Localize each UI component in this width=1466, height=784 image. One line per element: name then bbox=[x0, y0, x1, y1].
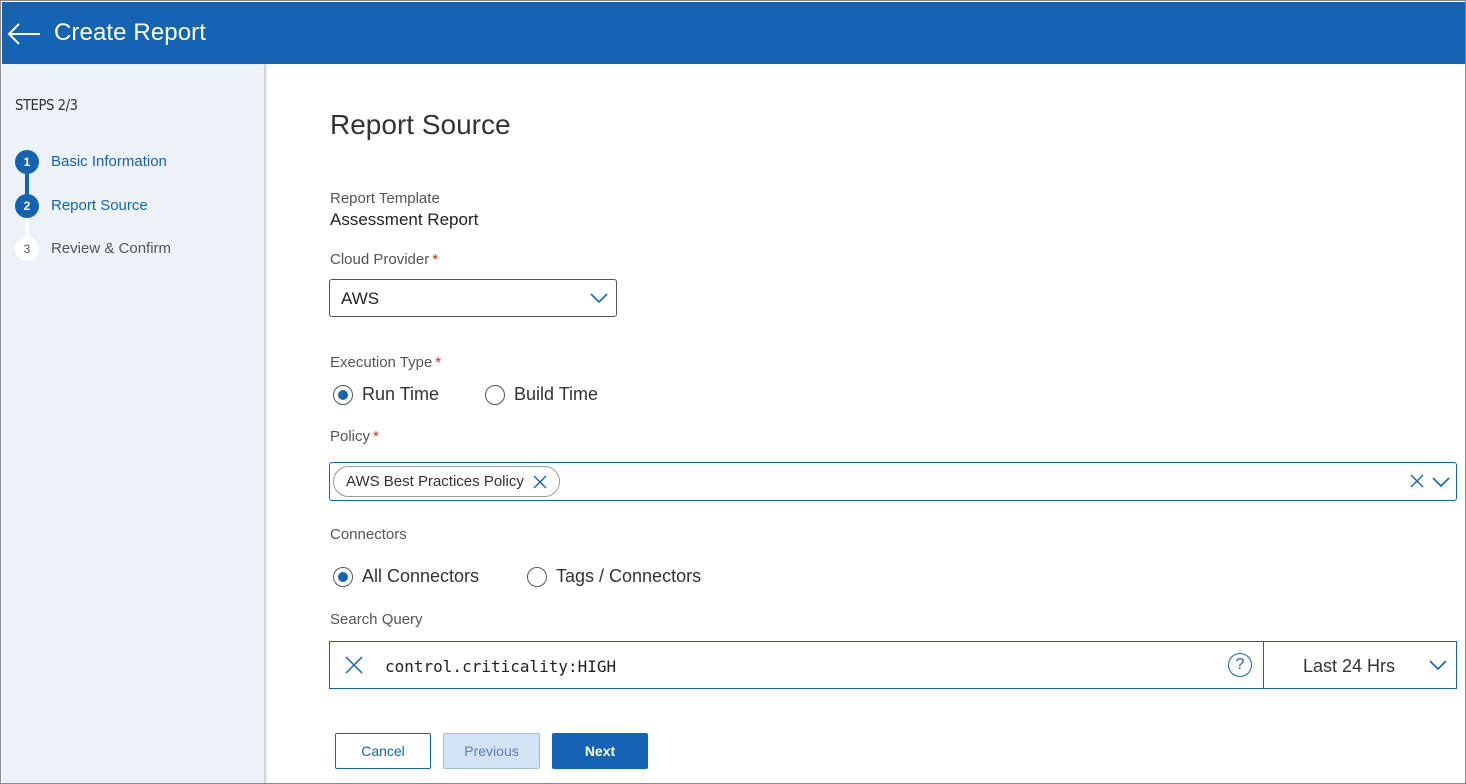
page-title: Create Report bbox=[54, 19, 207, 46]
radio-run-time[interactable]: Run Time bbox=[333, 384, 439, 405]
help-icon[interactable]: ? bbox=[1228, 653, 1252, 677]
chevron-down-icon[interactable] bbox=[1432, 475, 1450, 493]
sidebar-divider bbox=[264, 64, 268, 783]
step-review-confirm[interactable]: Review & Confirm bbox=[51, 240, 171, 257]
clear-icon[interactable] bbox=[1410, 474, 1424, 493]
radio-run-time-label: Run Time bbox=[362, 384, 440, 404]
cloud-provider-select[interactable]: AWS bbox=[329, 279, 617, 317]
cloud-provider-label-text: Cloud Provider bbox=[330, 251, 430, 268]
cancel-button[interactable]: Cancel bbox=[335, 733, 431, 769]
time-range-value: Last 24 Hrs bbox=[1303, 656, 1396, 676]
steps-sidebar bbox=[2, 64, 264, 783]
header-bar: Create Report bbox=[2, 2, 1465, 64]
policy-chip: AWS Best Practices Policy bbox=[333, 466, 560, 497]
report-template-value: Assessment Report bbox=[330, 210, 479, 229]
previous-button[interactable]: Previous bbox=[443, 733, 540, 769]
policy-label: Policy * bbox=[330, 428, 379, 445]
radio-selected-dot bbox=[338, 571, 348, 582]
radio-button[interactable] bbox=[333, 384, 353, 405]
radio-button[interactable] bbox=[527, 566, 547, 587]
policy-chip-label: AWS Best Practices Policy bbox=[346, 473, 524, 490]
close-icon[interactable] bbox=[533, 475, 547, 489]
radio-build-time[interactable]: Build Time bbox=[485, 384, 598, 405]
app-window: Create Report STEPS 2/3 1 Basic Informat… bbox=[0, 0, 1466, 784]
arrow-left-icon[interactable] bbox=[6, 21, 42, 47]
step-3-indicator: 3 bbox=[15, 237, 39, 261]
steps-heading: STEPS 2/3 bbox=[15, 96, 78, 114]
report-template-label: Report Template bbox=[330, 190, 440, 207]
policy-multiselect[interactable]: AWS Best Practices Policy bbox=[329, 462, 1457, 501]
required-mark: * bbox=[432, 251, 439, 268]
search-query-input[interactable] bbox=[385, 654, 1205, 678]
radio-tags-connectors[interactable]: Tags / Connectors bbox=[527, 566, 701, 587]
search-query-field: ? bbox=[329, 641, 1264, 689]
execution-type-label-text: Execution Type bbox=[330, 354, 433, 371]
chevron-down-icon bbox=[590, 291, 608, 309]
cloud-provider-label: Cloud Provider * bbox=[330, 251, 438, 268]
step-report-source[interactable]: Report Source bbox=[51, 197, 148, 214]
next-button[interactable]: Next bbox=[552, 733, 648, 769]
radio-tags-connectors-label: Tags / Connectors bbox=[556, 566, 702, 586]
radio-selected-dot bbox=[338, 389, 348, 400]
search-query-label: Search Query bbox=[330, 611, 423, 628]
radio-build-time-label: Build Time bbox=[514, 384, 599, 404]
execution-type-label: Execution Type * bbox=[330, 354, 441, 371]
connectors-label: Connectors bbox=[330, 526, 407, 543]
step-1-indicator: 1 bbox=[15, 150, 39, 174]
cloud-provider-value: AWS bbox=[341, 289, 380, 308]
radio-all-connectors[interactable]: All Connectors bbox=[333, 566, 479, 587]
time-range-select[interactable]: Last 24 Hrs bbox=[1263, 641, 1457, 689]
step-2-indicator: 2 bbox=[15, 194, 39, 218]
required-mark: * bbox=[373, 428, 379, 445]
chevron-down-icon bbox=[1429, 658, 1447, 676]
clear-icon[interactable] bbox=[344, 655, 364, 680]
section-title: Report Source bbox=[330, 109, 511, 140]
required-mark: * bbox=[435, 354, 442, 371]
radio-button[interactable] bbox=[333, 566, 353, 587]
step-basic-information[interactable]: Basic Information bbox=[51, 153, 167, 170]
radio-all-connectors-label: All Connectors bbox=[362, 566, 480, 586]
policy-label-text: Policy bbox=[330, 428, 371, 445]
radio-button[interactable] bbox=[485, 384, 505, 405]
